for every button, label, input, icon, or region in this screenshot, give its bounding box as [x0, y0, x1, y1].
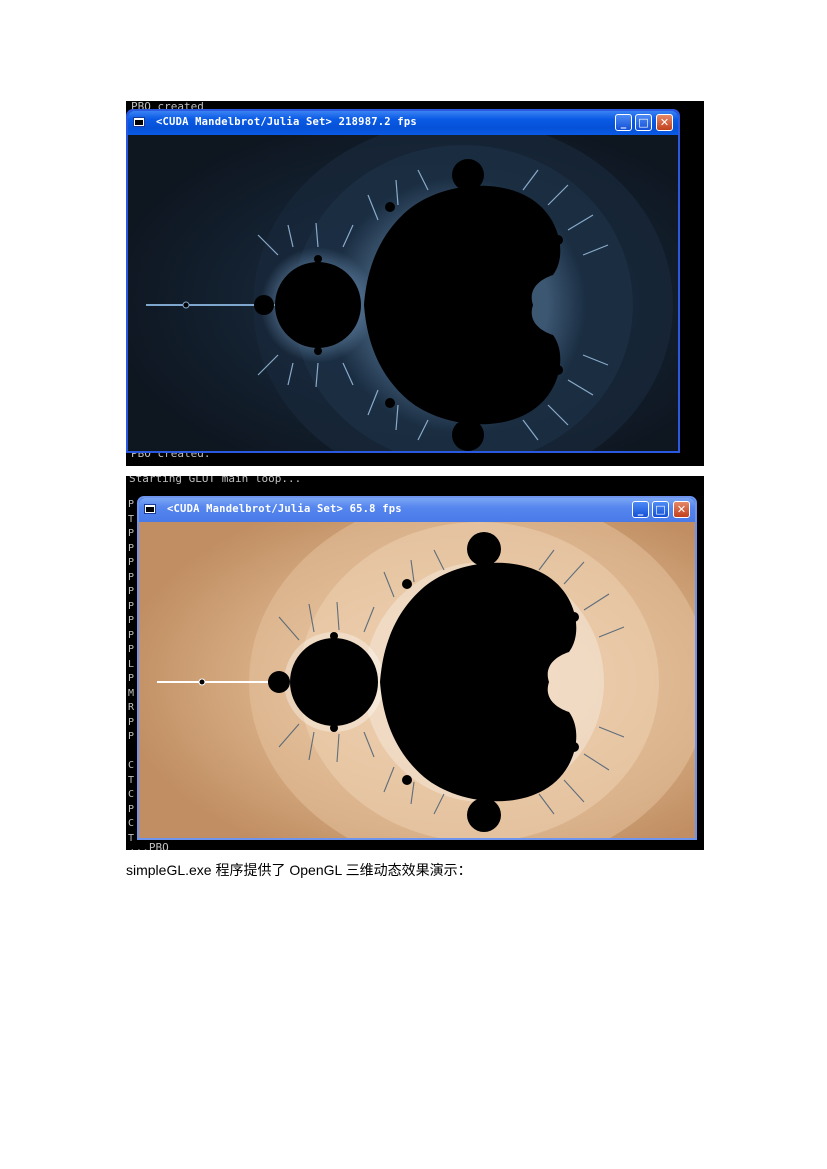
- mandelbrot-fractal-image: [139, 522, 695, 838]
- minimize-button[interactable]: _: [615, 114, 632, 131]
- console-char: P: [128, 615, 135, 626]
- console-char: M: [128, 687, 135, 699]
- minimize-button[interactable]: _: [632, 501, 649, 518]
- console-char: P: [128, 629, 135, 641]
- console-char: C: [128, 789, 135, 800]
- console-char: R: [128, 702, 135, 713]
- mandelbrot-render-area[interactable]: [128, 135, 678, 451]
- screenshot-dark-mandelbrot: PBO created PBO created. <CUDA Mandelbro…: [126, 101, 704, 466]
- window-title: <CUDA Mandelbrot/Julia Set> 218987.2 fps: [156, 116, 417, 128]
- console-char: P: [128, 731, 135, 742]
- close-button[interactable]: ✕: [673, 501, 690, 518]
- console-char: P: [128, 542, 135, 554]
- console-char: P: [128, 803, 135, 815]
- console-char: P: [128, 557, 135, 568]
- console-char: P: [128, 716, 135, 728]
- console-char: P: [128, 644, 135, 655]
- window-titlebar[interactable]: <CUDA Mandelbrot/Julia Set> 218987.2 fps…: [128, 111, 678, 135]
- close-button[interactable]: ✕: [656, 114, 673, 131]
- console-char: P: [128, 499, 135, 510]
- console-char: L: [128, 658, 135, 670]
- console-line: Starting GLUT main loop...: [129, 476, 302, 485]
- console-char: C: [128, 760, 135, 771]
- console-char: P: [128, 586, 135, 597]
- console-char: T: [128, 774, 135, 786]
- console-app-icon: [144, 504, 156, 514]
- mandelbrot-window[interactable]: <CUDA Mandelbrot/Julia Set> 65.8 fps _ □…: [137, 496, 697, 840]
- window-title: <CUDA Mandelbrot/Julia Set> 65.8 fps: [167, 503, 402, 515]
- console-app-icon: [133, 117, 145, 127]
- console-char: P: [128, 528, 135, 539]
- console-line: ...PBO: [129, 841, 169, 851]
- console-char: P: [128, 571, 135, 583]
- console-char: P: [128, 600, 135, 612]
- document-caption: simpleGL.exe 程序提供了 OpenGL 三维动态效果演示：: [126, 862, 472, 878]
- mandelbrot-fractal-image: [128, 135, 678, 451]
- console-char: C: [128, 818, 135, 829]
- console-left-column: P T P P P P P P P P P L P M R P P C T C …: [128, 498, 136, 843]
- window-titlebar[interactable]: <CUDA Mandelbrot/Julia Set> 65.8 fps _ □…: [139, 498, 695, 522]
- console-char: T: [128, 513, 135, 525]
- maximize-button[interactable]: □: [652, 501, 669, 518]
- maximize-button[interactable]: □: [635, 114, 652, 131]
- mandelbrot-render-area[interactable]: [139, 522, 695, 838]
- screenshot-light-mandelbrot: Starting GLUT main loop... P T P P P P P…: [126, 476, 704, 850]
- mandelbrot-window[interactable]: <CUDA Mandelbrot/Julia Set> 218987.2 fps…: [126, 109, 680, 453]
- console-char: [128, 745, 136, 760]
- console-char: P: [128, 673, 135, 684]
